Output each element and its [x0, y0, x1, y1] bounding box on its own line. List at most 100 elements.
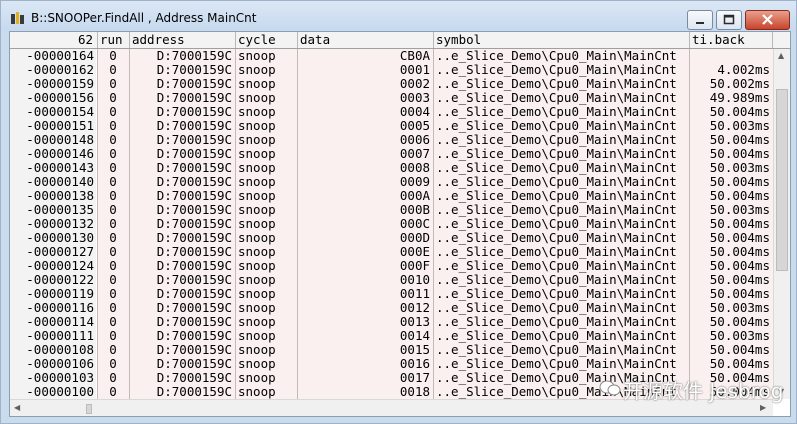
table-row[interactable]: -00000140 0 D:7000159C snoop 0009 ..e_Slice_D… — [10, 175, 772, 189]
table-row[interactable]: -00000138 0 D:7000159C snoop 000A ..e_Slice_D… — [10, 189, 772, 203]
cell-ti-back: 50.004ms — [709, 105, 770, 119]
table-row[interactable]: -00000135 0 D:7000159C snoop 000B ..e_Slice_D… — [10, 203, 772, 217]
record-list[interactable]: -00000164 0 D:7000159C snoop CB0A ..e_Slice_D… — [10, 49, 772, 399]
cell-symbol: ..e_Slice_Demo\Cpu0_Main\MainCnt — [436, 49, 677, 63]
table-row[interactable]: -00000119 0 D:7000159C snoop 0011 ..e_Slice_D… — [10, 287, 772, 301]
table-row[interactable]: -00000132 0 D:7000159C snoop 000C ..e_Slice_D… — [10, 217, 772, 231]
cell-ti-back: 50.004ms — [709, 231, 770, 245]
cell-symbol: ..e_Slice_Demo\Cpu0_Main\MainCnt — [436, 189, 677, 203]
cell-ti-back: 50.003ms — [709, 301, 770, 315]
column-header-symbol[interactable]: symbol — [434, 32, 690, 48]
table-row[interactable]: -00000154 0 D:7000159C snoop 0004 ..e_Slice_D… — [10, 105, 772, 119]
trace32-app-icon[interactable] — [10, 11, 25, 26]
table-row[interactable]: -00000143 0 D:7000159C snoop 0008 ..e_Slice_D… — [10, 161, 772, 175]
close-button[interactable] — [745, 10, 790, 30]
cell-address: D:7000159C — [156, 329, 232, 343]
cell-ti-back: 50.004ms — [709, 357, 770, 371]
vertical-scrollbar[interactable]: ▲ ▼ — [773, 49, 790, 399]
maximize-button[interactable] — [716, 10, 742, 30]
scroll-up-arrow-icon[interactable]: ▲ — [778, 51, 784, 60]
cell-cycle: snoop — [238, 259, 276, 273]
table-row[interactable]: -00000122 0 D:7000159C snoop 0010 ..e_Slice_D… — [10, 273, 772, 287]
cell-run: 0 — [109, 203, 117, 217]
cell-ti-back: 50.004ms — [709, 287, 770, 301]
horizontal-scroll-thumb[interactable] — [86, 404, 92, 414]
cell-symbol: ..e_Slice_Demo\Cpu0_Main\MainCnt — [436, 301, 677, 315]
column-header-cycle[interactable]: cycle — [236, 32, 298, 48]
cell-data: 0014 — [399, 329, 430, 343]
cell-record: -00000122 — [10, 273, 96, 287]
column-header-record[interactable]: 62 — [10, 32, 98, 48]
cell-cycle: snoop — [238, 49, 276, 63]
cell-ti-back: 50.004ms — [709, 147, 770, 161]
cell-address: D:7000159C — [156, 77, 232, 91]
table-row[interactable]: -00000162 0 D:7000159C snoop 0001 ..e_Slice_D… — [10, 63, 772, 77]
cell-cycle: snoop — [238, 189, 276, 203]
cell-address: D:7000159C — [156, 175, 232, 189]
cell-ti-back: 50.004ms — [709, 245, 770, 259]
table-row[interactable]: -00000114 0 D:7000159C snoop 0013 ..e_Slice_D… — [10, 315, 772, 329]
column-header-run[interactable]: run — [98, 32, 130, 48]
cell-ti-back: 50.004ms — [709, 259, 770, 273]
cell-symbol: ..e_Slice_Demo\Cpu0_Main\MainCnt — [436, 63, 677, 77]
table-row[interactable]: -00000148 0 D:7000159C snoop 0006 ..e_Slice_D… — [10, 133, 772, 147]
cell-ti-back: 4.002ms — [717, 63, 770, 77]
cell-address: D:7000159C — [156, 385, 232, 399]
table-row[interactable]: -00000108 0 D:7000159C snoop 0015 ..e_Slice_D… — [10, 343, 772, 357]
table-row[interactable]: -00000111 0 D:7000159C snoop 0014 ..e_Slice_D… — [10, 329, 772, 343]
window-title: B::SNOOPer.FindAll , Address MainCnt — [31, 11, 257, 25]
cell-cycle: snoop — [238, 343, 276, 357]
column-header-ti-back[interactable]: ti.back — [690, 32, 773, 48]
cell-cycle: snoop — [238, 315, 276, 329]
cell-record: -00000116 — [10, 301, 96, 315]
title-bar[interactable]: B::SNOOPer.FindAll , Address MainCnt — [1, 1, 796, 31]
table-row[interactable]: -00000159 0 D:7000159C snoop 0002 ..e_Slice_D… — [10, 77, 772, 91]
cell-record: -00000156 — [10, 91, 96, 105]
cell-run: 0 — [109, 63, 117, 77]
cell-run: 0 — [109, 357, 117, 371]
cell-run: 0 — [109, 231, 117, 245]
cell-run: 0 — [109, 49, 117, 63]
cell-data: 000C — [399, 217, 430, 231]
cell-address: D:7000159C — [156, 119, 232, 133]
cell-cycle: snoop — [238, 301, 276, 315]
table-row[interactable]: -00000116 0 D:7000159C snoop 0012 ..e_Slice_D… — [10, 301, 772, 315]
table-row[interactable]: -00000130 0 D:7000159C snoop 000D ..e_Slice_D… — [10, 231, 772, 245]
cell-ti-back: 50.003ms — [709, 203, 770, 217]
cell-cycle: snoop — [238, 329, 276, 343]
cell-data: 0001 — [399, 63, 430, 77]
cell-data: 0007 — [399, 147, 430, 161]
column-header-data[interactable]: data — [298, 32, 434, 48]
table-row[interactable]: -00000106 0 D:7000159C snoop 0016 ..e_Slice_D… — [10, 357, 772, 371]
table-row[interactable]: -00000164 0 D:7000159C snoop CB0A ..e_Slice_D… — [10, 49, 772, 63]
cell-symbol: ..e_Slice_Demo\Cpu0_Main\MainCnt — [436, 161, 677, 175]
cell-address: D:7000159C — [156, 133, 232, 147]
cell-symbol: ..e_Slice_Demo\Cpu0_Main\MainCnt — [436, 231, 677, 245]
table-row[interactable]: -00000124 0 D:7000159C snoop 000F ..e_Slice_D… — [10, 259, 772, 273]
table-row[interactable]: -00000151 0 D:7000159C snoop 0005 ..e_Slice_D… — [10, 119, 772, 133]
table-row[interactable]: -00000146 0 D:7000159C snoop 0007 ..e_Slice_D… — [10, 147, 772, 161]
cell-run: 0 — [109, 371, 117, 385]
cell-cycle: snoop — [238, 287, 276, 301]
scroll-left-arrow-icon[interactable]: ◀ — [14, 403, 20, 412]
cell-run: 0 — [109, 259, 117, 273]
vertical-scroll-thumb[interactable] — [776, 89, 788, 271]
cell-data: 0011 — [399, 287, 430, 301]
cell-ti-back: 49.989ms — [709, 91, 770, 105]
scroll-right-arrow-icon[interactable]: ▶ — [760, 403, 766, 412]
cell-run: 0 — [109, 301, 117, 315]
cell-address: D:7000159C — [156, 343, 232, 357]
cell-ti-back: 50.004ms — [709, 343, 770, 357]
cell-symbol: ..e_Slice_Demo\Cpu0_Main\MainCnt — [436, 259, 677, 273]
cell-data: CB0A — [399, 49, 430, 63]
cell-cycle: snoop — [238, 273, 276, 287]
table-row[interactable]: -00000156 0 D:7000159C snoop 0003 ..e_Slice_D… — [10, 91, 772, 105]
minimize-icon — [696, 22, 704, 24]
cell-run: 0 — [109, 77, 117, 91]
column-header-address[interactable]: address — [130, 32, 236, 48]
cell-ti-back: 50.004ms — [709, 315, 770, 329]
table-row[interactable]: -00000127 0 D:7000159C snoop 000E ..e_Slice_D… — [10, 245, 772, 259]
minimize-button[interactable] — [687, 10, 713, 30]
cell-run: 0 — [109, 175, 117, 189]
trace-listing[interactable]: 62 run address cycle data symbol ti.back… — [9, 31, 791, 417]
